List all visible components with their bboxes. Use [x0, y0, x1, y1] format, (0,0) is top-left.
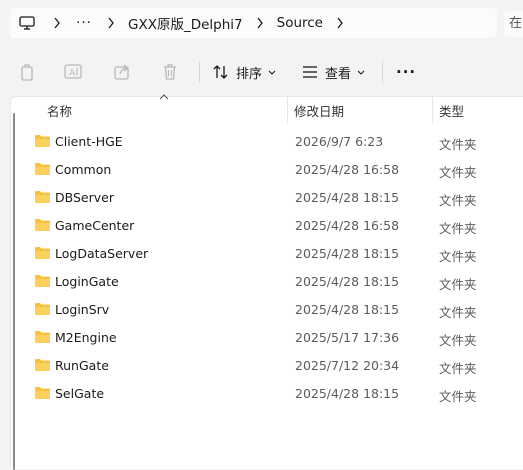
file-list-pane: 名称 修改日期 类型 Client-HGE 2026/9/7 6:23 文件夹 …: [10, 94, 523, 470]
folder-icon: [35, 303, 50, 315]
column-header-name[interactable]: 名称: [47, 101, 72, 120]
list-item[interactable]: RunGate 2025/7/12 20:34 文件夹: [25, 351, 515, 379]
folder-icon: [35, 387, 50, 399]
search-box-partial[interactable]: 在: [504, 11, 523, 37]
folder-icon: [35, 331, 50, 343]
column-header-type[interactable]: 类型: [439, 101, 464, 120]
file-modified: 2025/4/28 16:58: [295, 218, 400, 233]
sort-icon: [213, 65, 228, 79]
file-name: SelGate: [55, 386, 105, 401]
navigation-pane-edge: [13, 113, 15, 470]
file-name: GameCenter: [55, 218, 135, 233]
list-item[interactable]: Client-HGE 2026/9/7 6:23 文件夹: [25, 127, 515, 155]
address-bar[interactable]: ··· GXX原版_Delphi7 Source: [10, 8, 497, 38]
file-type: 文件夹: [439, 221, 477, 236]
computer-icon[interactable]: [10, 8, 44, 38]
breadcrumb-item-current[interactable]: Source: [273, 8, 327, 38]
list-item[interactable]: LoginGate 2025/4/28 18:15 文件夹: [25, 267, 515, 295]
list-item[interactable]: SelGate 2025/4/28 18:15 文件夹: [25, 379, 515, 407]
list-item[interactable]: DBServer 2025/4/28 18:15 文件夹: [25, 183, 515, 211]
toolbar-divider: [199, 61, 200, 83]
sort-label: 排序: [236, 66, 263, 82]
sort-button[interactable]: 排序: [212, 60, 282, 84]
column-divider[interactable]: [287, 97, 288, 123]
toolbar-divider: [382, 61, 383, 83]
view-button[interactable]: 查看: [301, 60, 371, 84]
file-type: 文件夹: [439, 277, 477, 292]
file-type: 文件夹: [439, 305, 477, 320]
folder-icon: [35, 219, 50, 231]
chevron-right-icon[interactable]: [327, 8, 353, 38]
folder-icon: [35, 191, 50, 203]
view-label: 查看: [325, 66, 352, 82]
chevron-right-icon[interactable]: [98, 8, 124, 38]
view-icon: [303, 66, 317, 78]
folder-icon: [35, 247, 50, 259]
file-type: 文件夹: [439, 361, 477, 376]
folder-icon: [35, 359, 50, 371]
file-name: Common: [55, 162, 112, 177]
chevron-right-icon[interactable]: [44, 8, 70, 38]
file-type: 文件夹: [439, 165, 477, 180]
rename-icon[interactable]: A: [63, 62, 83, 82]
list-item[interactable]: GameCenter 2025/4/28 16:58 文件夹: [25, 211, 515, 239]
breadcrumb-item-parent[interactable]: GXX原版_Delphi7: [124, 8, 247, 38]
file-modified: 2025/4/28 16:58: [295, 162, 400, 177]
chevron-down-icon: [357, 70, 365, 75]
chevron-right-icon[interactable]: [247, 8, 273, 38]
command-bar: A 排序 查看 ···: [0, 48, 523, 96]
column-divider[interactable]: [432, 97, 433, 123]
folder-icon: [35, 163, 50, 175]
file-modified: 2025/4/28 18:15: [295, 190, 400, 205]
file-modified: 2025/4/28 18:15: [295, 386, 400, 401]
file-name: LoginGate: [55, 274, 119, 289]
file-name: DBServer: [55, 190, 114, 205]
file-type: 文件夹: [439, 193, 477, 208]
file-name: LoginSrv: [55, 302, 110, 317]
list-item[interactable]: M2Engine 2025/5/17 17:36 文件夹: [25, 323, 515, 351]
share-icon[interactable]: [112, 62, 132, 82]
file-type: 文件夹: [439, 333, 477, 348]
folder-icon: [35, 135, 50, 147]
breadcrumb-overflow-button[interactable]: ···: [70, 8, 98, 38]
column-header-modified[interactable]: 修改日期: [294, 101, 344, 120]
more-options-button[interactable]: ···: [396, 60, 416, 84]
list-item[interactable]: Common 2025/4/28 16:58 文件夹: [25, 155, 515, 183]
copy-icon[interactable]: [17, 62, 37, 82]
column-header-row: 名称 修改日期 类型: [11, 94, 523, 123]
file-type: 文件夹: [439, 389, 477, 404]
file-type: 文件夹: [439, 249, 477, 264]
chevron-down-icon: [268, 70, 276, 75]
delete-icon[interactable]: [160, 62, 180, 82]
svg-text:A: A: [69, 69, 76, 79]
folder-icon: [35, 275, 50, 287]
file-modified: 2026/9/7 6:23: [295, 134, 384, 149]
file-name: LogDataServer: [55, 246, 149, 261]
file-name: Client-HGE: [55, 134, 123, 149]
file-modified: 2025/4/28 18:15: [295, 246, 400, 261]
file-modified: 2025/7/12 20:34: [295, 358, 400, 373]
file-modified: 2025/5/17 17:36: [295, 330, 400, 345]
sort-ascending-icon: [159, 94, 169, 100]
file-modified: 2025/4/28 18:15: [295, 274, 400, 289]
file-name: RunGate: [55, 358, 109, 373]
file-modified: 2025/4/28 18:15: [295, 302, 400, 317]
file-type: 文件夹: [439, 137, 477, 152]
file-name: M2Engine: [55, 330, 117, 345]
list-item[interactable]: LoginSrv 2025/4/28 18:15 文件夹: [25, 295, 515, 323]
list-item[interactable]: LogDataServer 2025/4/28 18:15 文件夹: [25, 239, 515, 267]
